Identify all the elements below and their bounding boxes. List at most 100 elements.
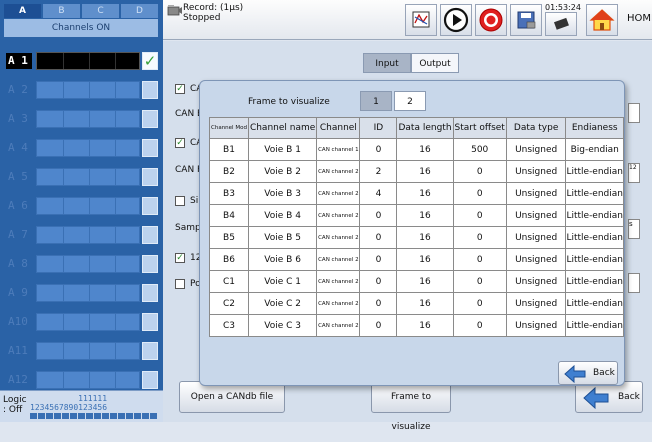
table-cell[interactable]: B3: [209, 182, 249, 205]
table-row[interactable]: B4 Voie B 4 CAN channel 2 0 16 0 Unsigned Littl…: [209, 204, 624, 227]
table-cell[interactable]: Voie C 1: [247, 270, 318, 293]
table-cell[interactable]: 0: [452, 270, 507, 293]
channel-enable-checkbox[interactable]: [142, 168, 158, 186]
table-cell[interactable]: CAN channel 2: [316, 204, 361, 227]
home-button[interactable]: [586, 4, 618, 36]
table-cell[interactable]: 0: [452, 160, 507, 183]
group-tab-d[interactable]: D: [121, 4, 159, 18]
table-cell[interactable]: 0: [359, 292, 398, 315]
channel-enable-checkbox[interactable]: ✓: [142, 52, 158, 70]
table-cell[interactable]: B1: [209, 138, 249, 161]
channel-row[interactable]: A 4: [6, 137, 158, 159]
channel-enable-checkbox[interactable]: [142, 139, 158, 157]
table-row[interactable]: B2 Voie B 2 CAN channel 2 2 16 0 Unsigned Littl…: [209, 160, 624, 183]
channel-trace-bar[interactable]: [36, 313, 140, 331]
setting-checkbox[interactable]: ✓: [175, 84, 185, 94]
frame-tab-2[interactable]: 2: [394, 91, 426, 111]
table-cell[interactable]: 16: [396, 248, 454, 271]
table-cell[interactable]: Little-endian: [565, 204, 624, 227]
channel-enable-checkbox[interactable]: [142, 110, 158, 128]
table-cell[interactable]: 16: [396, 204, 454, 227]
table-cell[interactable]: 0: [452, 204, 507, 227]
channel-row[interactable]: A12: [6, 369, 158, 391]
field-edge[interactable]: s: [628, 219, 640, 239]
table-cell[interactable]: CAN channel 2: [316, 292, 361, 315]
table-cell[interactable]: 0: [452, 226, 507, 249]
table-cell[interactable]: Little-endian: [565, 314, 624, 337]
table-cell[interactable]: 0: [359, 138, 398, 161]
table-cell[interactable]: 16: [396, 138, 454, 161]
table-cell[interactable]: Little-endian: [565, 292, 624, 315]
table-cell[interactable]: C1: [209, 270, 249, 293]
table-cell[interactable]: Big-endian: [565, 138, 624, 161]
table-cell[interactable]: 0: [452, 314, 507, 337]
field-edge[interactable]: [628, 103, 640, 123]
group-tab-b[interactable]: B: [43, 4, 81, 18]
channel-row[interactable]: A10: [6, 311, 158, 333]
channel-trace-bar[interactable]: [36, 81, 140, 99]
table-cell[interactable]: B2: [209, 160, 249, 183]
channel-enable-checkbox[interactable]: [142, 226, 158, 244]
table-cell[interactable]: C3: [209, 314, 249, 337]
group-tab-c[interactable]: C: [82, 4, 120, 18]
table-cell[interactable]: 0: [359, 270, 398, 293]
scope-button[interactable]: [405, 4, 437, 36]
table-cell[interactable]: Unsigned: [505, 182, 567, 205]
table-row[interactable]: B1 Voie B 1 CAN channel 1 0 16 500 Unsigned Big…: [209, 138, 624, 161]
channel-trace-bar[interactable]: [36, 226, 140, 244]
table-cell[interactable]: Unsigned: [505, 138, 567, 161]
setting-checkbox[interactable]: ✓: [175, 253, 185, 263]
table-cell[interactable]: Voie B 4: [247, 204, 318, 227]
channel-enable-checkbox[interactable]: [142, 197, 158, 215]
setting-checkbox[interactable]: [175, 196, 185, 206]
frame-tab-1[interactable]: 1: [360, 91, 392, 111]
table-cell[interactable]: 0: [359, 204, 398, 227]
channel-row[interactable]: A 5: [6, 166, 158, 188]
table-row[interactable]: B6 Voie B 6 CAN channel 2 0 16 0 Unsigned Littl…: [209, 248, 624, 271]
channel-row[interactable]: A 2: [6, 79, 158, 101]
field-edge[interactable]: [628, 273, 640, 293]
table-cell[interactable]: 0: [452, 248, 507, 271]
channel-trace-bar[interactable]: [36, 342, 140, 360]
field-edge[interactable]: 12: [628, 163, 640, 183]
table-cell[interactable]: Unsigned: [505, 160, 567, 183]
channel-row[interactable]: A11: [6, 340, 158, 362]
channel-row[interactable]: A 8: [6, 253, 158, 275]
tab-input[interactable]: Input: [363, 53, 411, 73]
table-cell[interactable]: Voie B 6: [247, 248, 318, 271]
table-cell[interactable]: CAN channel 2: [316, 226, 361, 249]
table-cell[interactable]: CAN channel 2: [316, 248, 361, 271]
table-cell[interactable]: CAN channel 2: [316, 314, 361, 337]
table-cell[interactable]: Unsigned: [505, 248, 567, 271]
channel-trace-bar[interactable]: [36, 139, 140, 157]
channel-enable-checkbox[interactable]: [142, 284, 158, 302]
table-cell[interactable]: Voie C 3: [247, 314, 318, 337]
table-cell[interactable]: Voie C 2: [247, 292, 318, 315]
table-cell[interactable]: Little-endian: [565, 182, 624, 205]
table-cell[interactable]: Unsigned: [505, 226, 567, 249]
channel-row[interactable]: A 9: [6, 282, 158, 304]
tab-output[interactable]: Output: [411, 53, 459, 73]
table-cell[interactable]: Little-endian: [565, 226, 624, 249]
channel-enable-checkbox[interactable]: [142, 81, 158, 99]
channel-enable-checkbox[interactable]: [142, 371, 158, 389]
channel-trace-bar[interactable]: [36, 168, 140, 186]
dialog-back-button[interactable]: Back: [558, 361, 618, 385]
table-cell[interactable]: Voie B 5: [247, 226, 318, 249]
group-tab-a[interactable]: A: [4, 4, 42, 18]
channel-enable-checkbox[interactable]: [142, 255, 158, 273]
table-row[interactable]: B5 Voie B 5 CAN channel 2 0 16 0 Unsigned Littl…: [209, 226, 624, 249]
table-cell[interactable]: Little-endian: [565, 270, 624, 293]
table-cell[interactable]: Voie B 1: [247, 138, 318, 161]
record-button[interactable]: [475, 4, 507, 36]
table-cell[interactable]: 2: [359, 160, 398, 183]
save-button[interactable]: [510, 4, 542, 36]
table-cell[interactable]: CAN channel 2: [316, 160, 361, 183]
table-cell[interactable]: Unsigned: [505, 204, 567, 227]
table-cell[interactable]: 16: [396, 292, 454, 315]
table-row[interactable]: C1 Voie C 1 CAN channel 2 0 16 0 Unsigned Littl…: [209, 270, 624, 293]
table-cell[interactable]: Little-endian: [565, 248, 624, 271]
table-cell[interactable]: CAN channel 1: [316, 138, 361, 161]
table-cell[interactable]: Little-endian: [565, 160, 624, 183]
channel-row[interactable]: A 7: [6, 224, 158, 246]
